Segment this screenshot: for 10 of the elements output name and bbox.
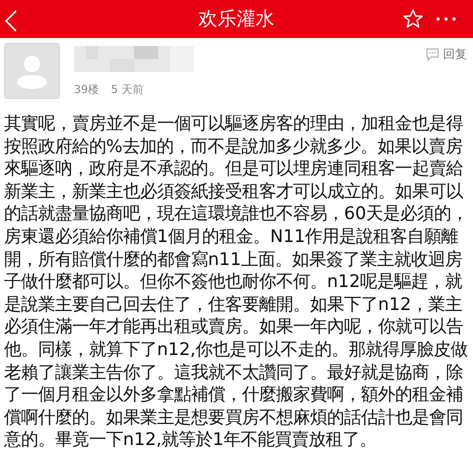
page-title: 欢乐灌水 xyxy=(198,7,274,32)
post-body: 其實呢，賣房並不是一個可以驅逐房客的理由，加租金也是得按照政府給的%去加的，而不是說加多少就多少。如果以賣房來驅逐吶，政府是不承認的。但是可以埋房連同租客一起賣給新業主，新業主也必須簽紙接受租客才可以成立的。如果可以的話就盡量協商吧，現在這環境誰也不容易，60天是必須的，房東還必須給你補償1個月的租金。N11作用是說租客自願離開，所有賠償什麼的都會寫n11上面。如果簽了業主就收迴房子做什麼都可以。但你不簽他也耐你不何。n12呢是驅趕，就是說業主要自己回去住了，住客要離開。如果下了n12，業主必須住滿一年才能再出租或賣房。如果一年內呢，你就可以告他。同樣，就算下了n12,你也是可以不走的。那就得厚臉皮做老賴了讓業主告你了。這我就不太讚同了。最好就是協商，除了一個月租金以外多拿點補償，什麼搬家費啊，額外的租金補償啊什麼的。如果業主是想要買房不想麻煩的話估計也是會同意的。畢竟一下n12,就等於1年不能買賣放租了。 xyxy=(3,113,470,452)
star-icon[interactable] xyxy=(403,9,423,28)
floor-number: 39楼 xyxy=(74,82,99,97)
back-icon[interactable] xyxy=(5,10,17,32)
comment-icon xyxy=(426,48,439,61)
more-icon[interactable] xyxy=(436,17,456,21)
reply-button[interactable]: 回复 xyxy=(424,43,469,66)
post-time: 5 天前 xyxy=(111,82,144,97)
avatar-icon xyxy=(4,43,60,99)
